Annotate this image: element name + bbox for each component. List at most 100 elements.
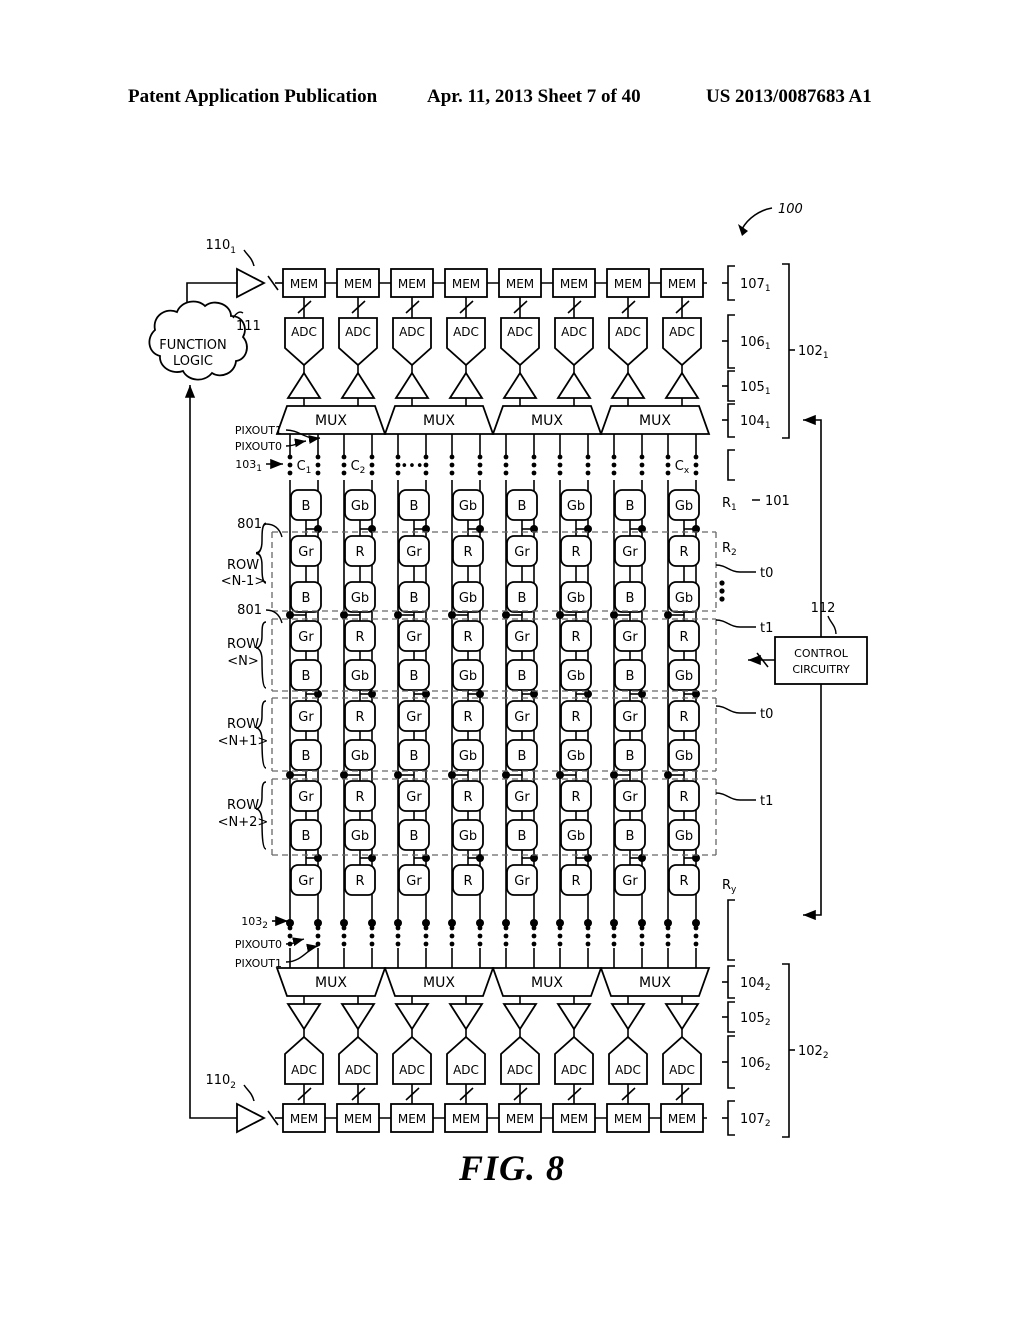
figure-8-diagram: 100 MEM MEM MEM MEM MEM MEM MEM MEM 1101… (148, 202, 868, 1138)
mem-block-bottom: MEM (606, 1103, 650, 1133)
mem-block-bottom: MEM (282, 1103, 326, 1133)
svg-text:B: B (302, 829, 311, 844)
mem-label: MEM (452, 1112, 480, 1126)
pixel-cell: Gr (614, 700, 646, 732)
pixel-cell: R (560, 864, 592, 896)
row-label-line1: ROW (227, 558, 259, 573)
pixel-cell: Gr (290, 700, 322, 732)
pixel-row: Gr R Gr R Gr R Gr R (290, 620, 700, 652)
pixel-cell: R (452, 620, 484, 652)
pixel-cell: Gb (452, 819, 484, 851)
row-ref-r1: R1 (722, 496, 737, 513)
column-amplifier (286, 1003, 700, 1031)
bracket-106-2: 1062 (740, 1056, 771, 1073)
pixel-cell: B (290, 581, 322, 613)
figure-caption: FIG. 8 (458, 1148, 566, 1188)
pixout1-label-top: PIXOUT1 (235, 424, 282, 437)
pixel-cell: B (506, 659, 538, 691)
svg-text:Gb: Gb (351, 669, 369, 684)
svg-text:R: R (355, 545, 364, 560)
pixel-cell: R (668, 864, 700, 896)
bus-ellipsis-top (287, 454, 699, 476)
array-ref-101: 101 (765, 494, 790, 509)
svg-text:R: R (463, 790, 472, 805)
pixel-cell: R (668, 700, 700, 732)
svg-text:Gb: Gb (459, 749, 477, 764)
bracket-105-1: 1051 (740, 380, 771, 397)
pixel-cell: Gr (614, 864, 646, 896)
pixel-cell: R (344, 700, 376, 732)
adc-label: ADC (507, 325, 533, 339)
adc-label: ADC (345, 1063, 371, 1077)
pixel-cell: Gb (560, 659, 592, 691)
mux-block-top: MUX (275, 405, 387, 435)
pixel-cell: R (344, 620, 376, 652)
svg-text:Gr: Gr (622, 874, 638, 889)
svg-text:Gb: Gb (675, 829, 693, 844)
column-label-cx: Cx (675, 459, 690, 476)
pixel-cell: R (668, 620, 700, 652)
column-amplifier (286, 371, 700, 399)
bracket-107-2: 1072 (740, 1112, 771, 1129)
adc-label: ADC (669, 1063, 695, 1077)
mux-label: MUX (315, 975, 347, 991)
pixel-cell: Gr (398, 780, 430, 812)
adc-label: ADC (453, 325, 479, 339)
svg-text:B: B (518, 499, 527, 514)
pixel-cell: R (452, 864, 484, 896)
mem-block-bottom: MEM (390, 1103, 434, 1133)
pixel-cell: B (398, 659, 430, 691)
adc-label: ADC (345, 325, 371, 339)
pixel-cell: Gb (560, 739, 592, 771)
svg-text:Gb: Gb (459, 591, 477, 606)
pixel-cell: B (398, 489, 430, 521)
mem-block-bottom: MEM (660, 1103, 704, 1133)
mux-label: MUX (639, 975, 671, 991)
svg-text:Gr: Gr (514, 545, 530, 560)
svg-text:Gr: Gr (406, 790, 422, 805)
pixel-cell: Gr (290, 620, 322, 652)
row-label-line2: <N+2> (218, 815, 269, 830)
pixel-cell: Gr (290, 535, 322, 567)
svg-text:B: B (410, 829, 419, 844)
mem-block-top: MEM (390, 268, 434, 298)
pixel-cell: B (506, 819, 538, 851)
pixel-cell: Gr (614, 535, 646, 567)
pixel-cell: R (560, 700, 592, 732)
svg-text:Gr: Gr (514, 874, 530, 889)
pixel-array: B Gb B Gb B Gb B Gb Gr R Gr R Gr R Gr R (290, 489, 700, 896)
pixout0-label-top: PIXOUT0 (235, 440, 282, 453)
adc-block-bottom: ADC (392, 1035, 432, 1085)
svg-text:Gb: Gb (351, 749, 369, 764)
svg-text:Gb: Gb (567, 829, 585, 844)
pixel-cell: R (344, 780, 376, 812)
adc-label: ADC (561, 325, 587, 339)
pixel-cell: Gr (614, 780, 646, 812)
pixel-cell: Gr (290, 780, 322, 812)
svg-text:Gr: Gr (298, 790, 314, 805)
pixel-cell: B (614, 489, 646, 521)
pixel-cell: R (452, 535, 484, 567)
row-refs-right: R1 R2 Ry 101 t0 t1 t0 t1 (715, 494, 790, 895)
svg-text:R: R (355, 790, 364, 805)
mem-label: MEM (290, 1112, 318, 1126)
pixel-cell: Gb (560, 489, 592, 521)
pixout1-label-bottom: PIXOUT1 (235, 957, 282, 970)
ref-100-label: 100 (778, 202, 803, 217)
svg-text:Gb: Gb (351, 499, 369, 514)
svg-text:801: 801 (237, 603, 262, 618)
group-102-1: 1021 (798, 344, 829, 361)
mem-label: MEM (560, 1112, 588, 1126)
svg-text:Gr: Gr (406, 874, 422, 889)
pixel-cell: Gr (506, 620, 538, 652)
pixel-row: B Gb B Gb B Gb B Gb (290, 581, 700, 613)
pixel-cell: B (398, 819, 430, 851)
function-logic-label-2: LOGIC (173, 354, 213, 369)
mem-label: MEM (290, 277, 318, 291)
pixel-taps (290, 520, 696, 865)
svg-text:R: R (355, 630, 364, 645)
mux-block-top: MUX (599, 405, 711, 435)
function-logic-cloud[interactable]: FUNCTION LOGIC 111 (148, 300, 261, 1110)
top-mem-row: MEM MEM MEM MEM MEM MEM MEM MEM (282, 268, 707, 298)
adc-block-top: ADC (284, 317, 324, 367)
